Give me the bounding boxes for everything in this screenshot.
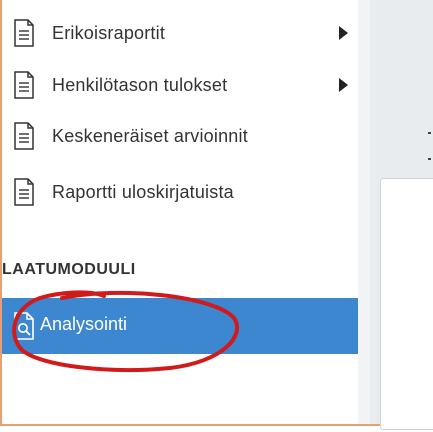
sidebar-item-label: Henkilötason tulokset <box>52 74 228 95</box>
document-icon <box>14 19 34 47</box>
main-content-area <box>358 0 433 430</box>
sidebar-item-label: Analysointi <box>40 314 128 334</box>
sidebar: Erikoisraportit Henkilötason tulokset Ke… <box>2 0 358 424</box>
sidebar-item-henkilotason-tulokset[interactable]: Henkilötason tulokset <box>12 65 352 105</box>
sidebar-item-label: Keskeneräiset arvioinnit <box>52 125 248 146</box>
document-icon <box>14 122 34 150</box>
chevron-right-icon <box>339 78 348 92</box>
document-icon <box>14 71 34 99</box>
chevron-right-icon <box>339 26 348 40</box>
text-fragment <box>428 132 431 134</box>
content-panel <box>380 178 433 430</box>
section-heading-laatumoduuli: LAATUMODUULI <box>2 261 136 278</box>
sidebar-item-label: Raportti uloskirjatuista <box>52 181 234 202</box>
sidebar-item-label: Erikoisraportit <box>52 22 166 43</box>
document-search-icon <box>14 312 34 340</box>
sidebar-item-analysointi[interactable]: Analysointi <box>2 298 358 354</box>
sidebar-item-raportti-uloskirjatuista[interactable]: Raportti uloskirjatuista <box>12 172 352 212</box>
text-fragment <box>428 158 431 160</box>
document-icon <box>14 178 34 206</box>
content-separator <box>358 0 370 424</box>
sidebar-item-erikoisraportit[interactable]: Erikoisraportit <box>12 13 352 53</box>
sidebar-item-keskeneraiset-arvioinnit[interactable]: Keskeneräiset arvioinnit <box>12 116 352 156</box>
